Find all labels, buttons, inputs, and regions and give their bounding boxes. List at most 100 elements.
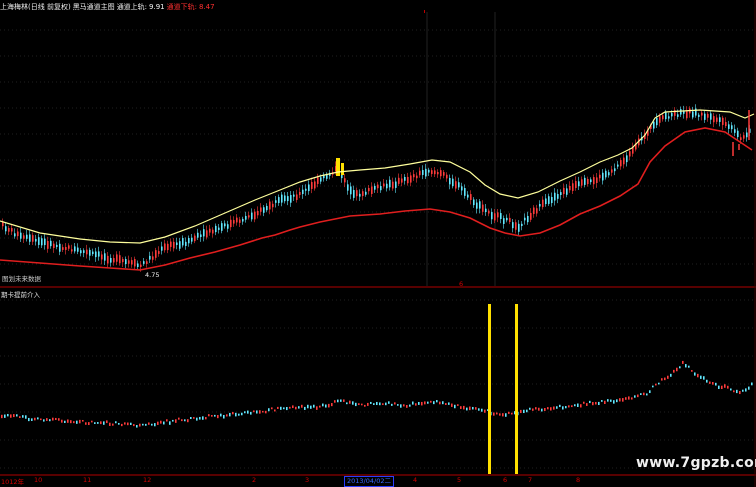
oscillator-tick [244, 411, 246, 414]
oscillator-tick [691, 370, 693, 372]
oscillator-tick [589, 400, 591, 404]
oscillator-tick [694, 372, 696, 376]
oscillator-tick [730, 388, 732, 391]
oscillator-tick [445, 403, 447, 406]
candle-body [476, 202, 478, 209]
candle-body [104, 253, 106, 261]
time-axis-label: 7 [528, 476, 533, 484]
oscillator-tick [496, 412, 498, 415]
candle-body [140, 264, 142, 268]
oscillator-tick [181, 419, 183, 422]
oscillator-tick [301, 404, 303, 408]
candle-body [434, 170, 436, 175]
oscillator-tick [607, 399, 609, 402]
candle-body [737, 130, 739, 138]
candle-body [137, 263, 139, 267]
oscillator-tick [283, 407, 285, 410]
candle-body [569, 185, 571, 191]
candle-body [152, 256, 154, 260]
candle-body [308, 184, 310, 192]
oscillator-tick [568, 405, 570, 408]
candle-body [653, 121, 655, 129]
candle-body [581, 179, 583, 186]
oscillator-tick [592, 402, 594, 406]
candle-body [101, 254, 103, 260]
oscillator-tick [256, 410, 258, 414]
candle-body [617, 164, 619, 167]
candle-body [671, 113, 673, 117]
oscillator-tick [493, 412, 495, 416]
oscillator-tick [154, 423, 156, 427]
candle-body [485, 208, 487, 213]
oscillator-tick [391, 403, 393, 406]
candle-body [380, 186, 382, 191]
oscillator-tick [631, 397, 633, 400]
oscillator-tick [319, 405, 321, 408]
oscillator-tick [679, 366, 681, 369]
oscillator-tick [190, 417, 192, 420]
candle-body [521, 223, 523, 227]
oscillator-tick [715, 382, 717, 386]
candle-body [47, 241, 49, 249]
oscillator-tick [457, 404, 459, 406]
candle-body [623, 157, 625, 165]
candle-body [584, 177, 586, 185]
candle-body [194, 235, 196, 242]
candle-body [158, 251, 160, 254]
candle-body [368, 187, 370, 192]
candle-body [548, 196, 550, 204]
candle-body [80, 250, 82, 254]
candle-body [146, 261, 148, 264]
oscillator-tick [466, 407, 468, 411]
oscillator-tick [640, 393, 642, 395]
candle-body [698, 114, 700, 117]
candle-body [365, 191, 367, 195]
candle-body [14, 233, 16, 237]
candle-body [26, 234, 28, 239]
oscillator-tick [526, 409, 528, 413]
oscillator-tick [193, 417, 195, 419]
candle-body [83, 250, 85, 253]
candle-body [98, 251, 100, 257]
candle-body [716, 117, 718, 122]
oscillator-tick [331, 403, 333, 407]
candle-body [239, 219, 241, 223]
oscillator-tick [316, 406, 318, 410]
cursor-marker-tick [424, 10, 425, 13]
candle-body [320, 177, 322, 182]
oscillator-tick [709, 381, 711, 384]
oscillator-tick [112, 423, 114, 426]
oscillator-tick [580, 404, 582, 408]
candle-body [578, 181, 580, 187]
oscillator-tick [535, 407, 537, 410]
candle-body [713, 116, 715, 123]
time-axis-label: 3 [305, 476, 310, 484]
candle-body [50, 240, 52, 247]
candle-body [425, 168, 427, 177]
candle-body [326, 174, 328, 179]
candle-body [377, 184, 379, 189]
signal-bar [488, 304, 491, 474]
oscillator-tick [100, 421, 102, 425]
oscillator-tick [436, 400, 438, 403]
kline-chart-canvas[interactable] [0, 0, 756, 487]
oscillator-tick [262, 410, 264, 413]
oscillator-tick [118, 422, 120, 425]
candle-body [539, 203, 541, 207]
candle-body [455, 181, 457, 189]
candle-body [263, 207, 265, 213]
candle-body [248, 215, 250, 218]
candle-body [149, 255, 151, 260]
candle-body [212, 229, 214, 234]
candle-body [62, 247, 64, 250]
time-axis-label: 4 [413, 476, 418, 484]
oscillator-tick [307, 404, 309, 409]
oscillator-tick [511, 412, 513, 415]
candle-body [236, 217, 238, 223]
oscillator-tick [211, 415, 213, 417]
oscillator-tick [133, 424, 135, 427]
candle-body [392, 181, 394, 189]
oscillator-tick [454, 404, 456, 409]
oscillator-tick [430, 400, 432, 403]
candle-body [128, 260, 130, 264]
